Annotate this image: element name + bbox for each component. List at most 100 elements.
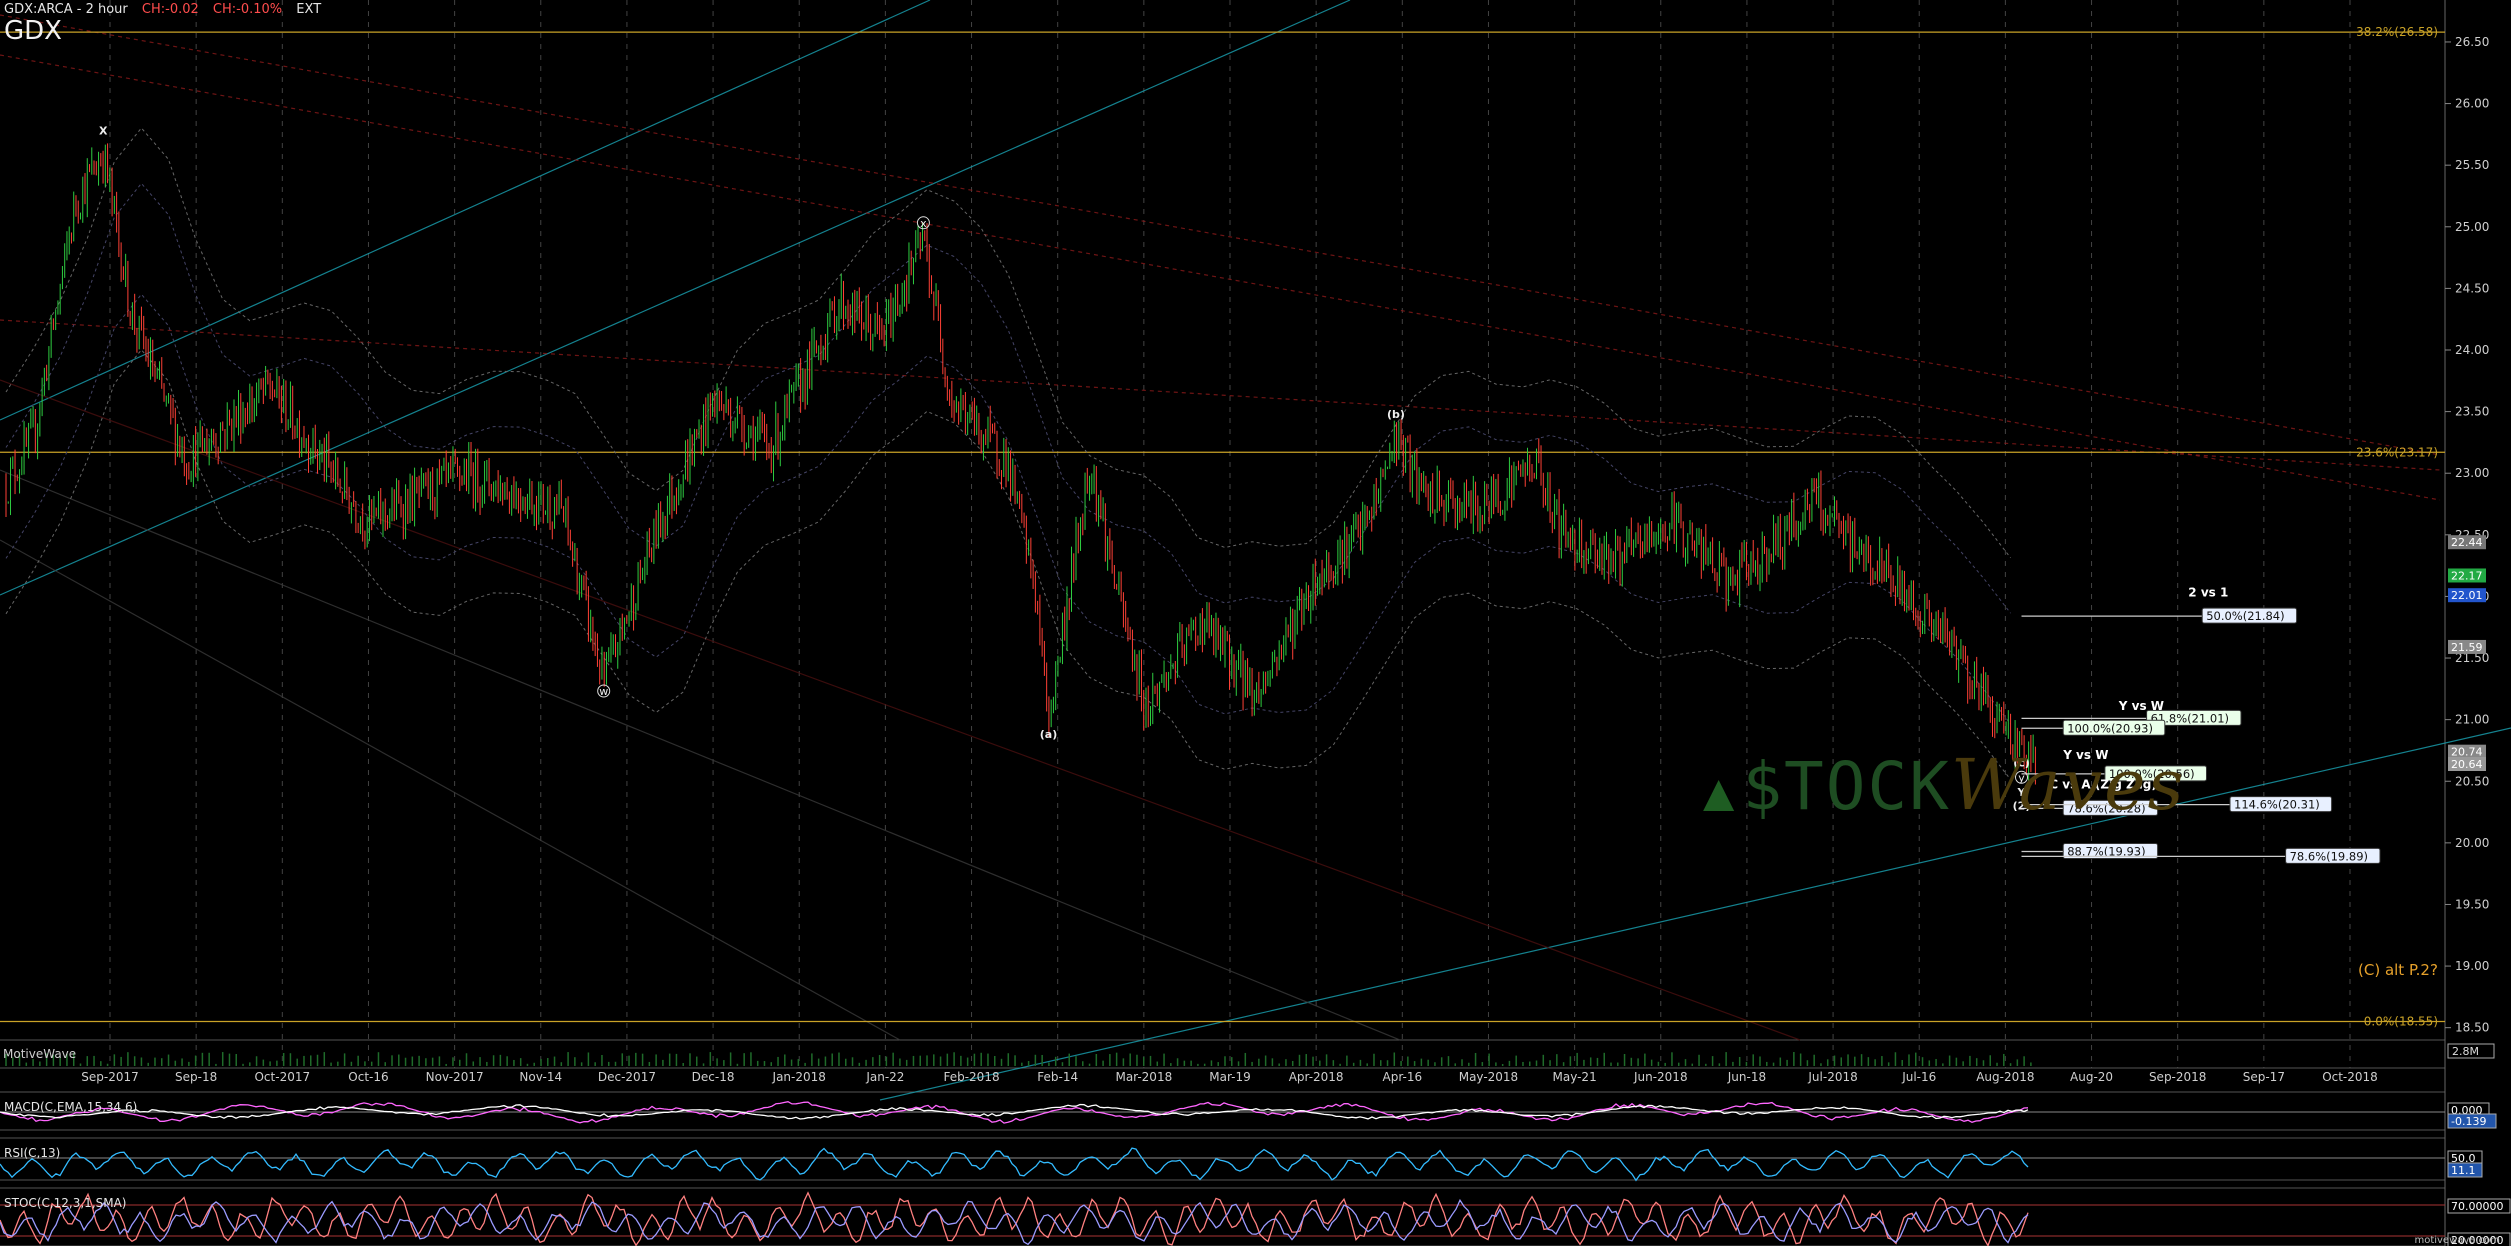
trend-line [0,469,1401,1041]
x-tick-label: Jul-2018 [1807,1070,1857,1084]
wave-label: (b) [1387,408,1405,421]
y-tick-label: 19.00 [2455,959,2489,973]
rsi-label: RSI(C,13) [4,1146,61,1160]
trend-line [0,539,901,1041]
projection-label: 50.0%(21.84) [2206,609,2284,623]
wave-label: X [99,124,108,137]
y-tick-label: 23.50 [2455,405,2489,419]
price-tag: 20.74 [2451,746,2483,759]
x-tick-label: Jun-2018 [1633,1070,1688,1084]
fib-label: 23.6%(23.17) [2356,445,2438,459]
indicator-tag: 11.1 [2451,1164,2476,1177]
wave-label: w [599,685,608,698]
x-tick-label: Dec-2017 [598,1070,656,1084]
y-tick-label: 24.50 [2455,281,2489,295]
x-tick-label: Oct-2018 [2322,1070,2378,1084]
y-tick-label: 21.00 [2455,713,2489,727]
trend-line [0,319,2441,471]
ticker-title: GDX [4,16,62,46]
y-tick-label: 25.50 [2455,158,2489,172]
projection-label: 100.0%(20.93) [2067,721,2153,735]
chart-grid [0,0,2446,1246]
date-axis: Sep-2017 Sep-18 Oct-2017 Oct-16 Nov-2017 Nov-… [81,1070,2378,1084]
projection-label: 78.6%(19.89) [2290,849,2368,863]
y-tick-label: 26.00 [2455,97,2489,111]
x-tick-label: Nov-2017 [426,1070,484,1084]
stoch-label: STOC(C,12,3,1,SMA) [4,1196,127,1210]
y-tick-label: 19.50 [2455,897,2489,911]
change-abs: CH:-0.02 [141,2,199,17]
envelope-band [5,349,2011,780]
envelope-band [5,127,2011,559]
trend-line [0,0,1351,596]
motivewave-label: MotiveWave [3,1047,77,1061]
rsi-line [0,1147,2029,1182]
x-tick-label: Aug-2018 [1976,1070,2034,1084]
x-tick-label: Nov-14 [519,1070,562,1084]
watermark-logo: ▲$TOCKWaves [1703,744,2186,826]
x-tick-label: Oct-16 [348,1070,388,1084]
x-tick-label: Oct-2017 [254,1070,310,1084]
indicator-tag: 70.00000 [2451,1200,2504,1213]
x-tick-label: Apr-2018 [1289,1070,1344,1084]
alt-count-label: (C) alt P.2? [2358,961,2438,979]
symbol-line: GDX:ARCA - 2 hour [4,2,128,17]
watermark-accent: Waves [1951,744,2186,826]
x-tick-label: May-21 [1553,1070,1597,1084]
indicator-tag: -0.139 [2451,1115,2486,1128]
x-tick-label: Sep-2018 [2149,1070,2207,1084]
x-tick-label: May-2018 [1459,1070,1518,1084]
price-tag: 22.44 [2451,536,2483,549]
x-tick-label: Sep-18 [175,1070,217,1084]
x-tick-label: Jul-16 [1901,1070,1936,1084]
volume-bars: 2.8M [5,1043,2495,1066]
x-tick-label: Sep-2017 [81,1070,139,1084]
x-tick-label: Jan-22 [865,1070,904,1084]
projection-title: Y vs W [2118,699,2164,713]
candles [5,143,2036,787]
price-tag: 21.59 [2451,641,2483,654]
change-pct: CH:-0.10% [212,2,283,17]
site-label: motivewave.com [2414,1235,2500,1246]
y-tick-label: 26.50 [2455,35,2489,49]
trend-line [879,727,2511,1101]
price-chart[interactable]: 38.2%(26.58) 23.6%(23.17) 0.0%(18.55) 2.8M… [0,0,2511,1246]
y-tick-label: 20.50 [2455,774,2489,788]
y-tick-label: 25.00 [2455,220,2489,234]
fib-label: 0.0%(18.55) [2364,1015,2438,1029]
trend-lines [0,0,2511,1101]
watermark-text: $TOCK [1742,748,1951,825]
wave-label: x [920,217,927,230]
x-tick-label: Feb-14 [1037,1070,1078,1084]
x-tick-label: Sep-17 [2243,1070,2285,1084]
x-tick-label: Dec-18 [692,1070,735,1084]
chart-header: GDX:ARCA - 2 hour CH:-0.02 CH:-0.10% EXT [4,2,321,17]
price-tag: 22.01 [2451,589,2483,602]
y-tick-label: 23.00 [2455,466,2489,480]
trend-line [0,0,931,421]
x-tick-label: Mar-2018 [1115,1070,1172,1084]
wave-labels: Xxw(a)(b)(c)yY(2) [99,124,2030,812]
stoch-k [0,1191,2029,1246]
watermark-triangle-icon: ▲ [1703,762,1737,822]
indicator-panes: 0.000-0.13950.011.170.0000020.00000motiv… [0,1101,2511,1246]
x-tick-label: Jan-2018 [772,1070,826,1084]
fib-label: 38.2%(26.58) [2356,25,2438,39]
y-tick-label: 20.00 [2455,836,2489,850]
x-tick-label: Apr-16 [1383,1070,1423,1084]
trend-line [0,14,2441,456]
x-tick-label: Aug-20 [2070,1070,2113,1084]
x-tick-label: Jun-18 [1727,1070,1766,1084]
price-tag: 20.64 [2451,758,2483,771]
volume-tag: 2.8M [2452,1045,2479,1058]
price-tag: 22.17 [2451,569,2483,582]
macd-label: MACD(C,EMA,15,34,6) [4,1100,138,1114]
session-label: EXT [296,2,322,17]
y-tick-label: 24.00 [2455,343,2489,357]
x-tick-label: Mar-19 [1209,1070,1250,1084]
wave-label: (a) [1040,728,1057,741]
projection-label: 114.6%(20.31) [2234,798,2320,812]
stoch-d [0,1198,2029,1246]
projection-title: 2 vs 1 [2188,585,2228,599]
y-tick-label: 18.50 [2455,1021,2489,1035]
